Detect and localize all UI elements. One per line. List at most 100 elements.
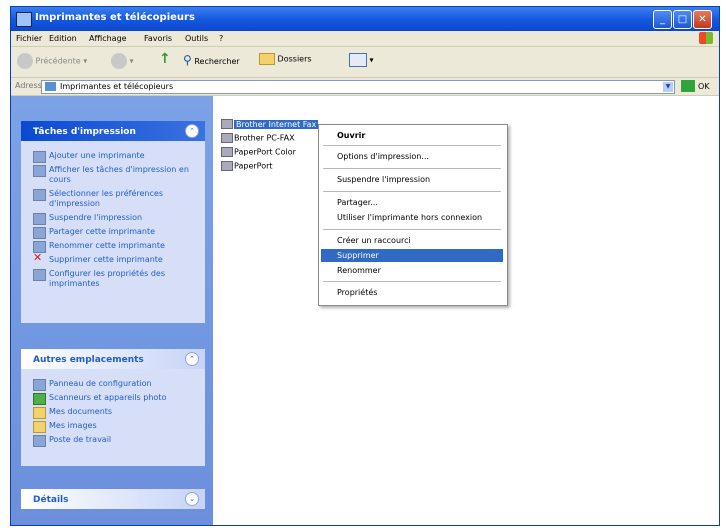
other-places-title: Autres emplacements [33,355,144,365]
ctx-rename[interactable]: Renommer [321,264,503,277]
printer-folder-icon [45,82,56,91]
ctx-properties[interactable]: Propriétés [321,286,503,299]
ctx-pause[interactable]: Suspendre l'impression [321,173,503,186]
task-properties[interactable]: Configurer les propriétés des imprimante… [21,267,205,291]
menu-help[interactable]: ? [219,34,223,43]
scanner-camera-icon [33,393,46,405]
task-rename[interactable]: Renommer cette imprimante [21,239,205,253]
task-add-printer[interactable]: Ajouter une imprimante [21,149,205,163]
maximize-button[interactable]: □ [673,10,692,29]
menu-separator [323,168,501,169]
go-arrow-icon[interactable] [681,80,695,92]
folders-icon [259,53,275,65]
address-value: Imprimantes et télécopieurs [60,82,174,91]
go-button[interactable]: OK [698,82,710,91]
print-tasks-header[interactable]: Tâches d'impression ⌃ [21,121,205,141]
ctx-create-shortcut[interactable]: Créer un raccourci [321,234,503,247]
control-panel-icon [33,379,46,391]
views-icon [349,53,367,67]
place-scanners[interactable]: Scanneurs et appareils photo [21,391,205,405]
menu-favorites[interactable]: Favoris [144,34,172,43]
forward-dropdown-icon: ▾ [129,56,134,66]
back-arrow-icon [17,53,33,69]
delete-x-icon: ✕ [33,251,43,264]
collapse-icon[interactable]: ⌃ [185,352,199,366]
ctx-print-options[interactable]: Options d'impression... [321,150,503,163]
printer-item[interactable]: PaperPort Color [221,147,296,158]
task-share[interactable]: Partager cette imprimante [21,225,205,239]
pause-printer-icon [33,213,46,225]
print-queue-icon [33,165,46,177]
expand-icon[interactable]: ⌄ [185,492,199,506]
forward-arrow-icon [111,53,127,69]
views-dropdown-icon: ▾ [369,55,374,65]
fax-icon [221,133,233,143]
place-my-documents[interactable]: Mes documents [21,405,205,419]
search-label: Rechercher [194,57,240,66]
menu-separator [323,191,501,192]
other-places-panel: Autres emplacements ⌃ Panneau de configu… [21,349,205,466]
address-field[interactable]: Imprimantes et télécopieurs ▼ [41,80,675,94]
fax-icon [221,119,233,129]
printer-icon [221,161,233,171]
back-button[interactable]: Précédente ▾ [17,53,87,71]
context-menu: Ouvrir Options d'impression... Suspendre… [318,124,508,306]
place-my-computer[interactable]: Poste de travail [21,433,205,447]
ctx-delete[interactable]: Supprimer [321,249,503,262]
forward-button[interactable]: ▾ [111,53,134,71]
views-button[interactable]: ▾ [349,53,374,71]
menu-separator [323,281,501,282]
share-printer-icon [33,227,46,239]
search-button[interactable]: ⚲ Rechercher [183,53,240,71]
back-label: Précédente [35,56,81,66]
ctx-share[interactable]: Partager... [321,196,503,209]
print-tasks-title: Tâches d'impression [33,127,136,137]
folders-label: Dossiers [277,54,312,64]
printer-folder-icon [16,12,32,27]
details-panel: Détails ⌄ [21,489,205,509]
window-title: Imprimantes et télécopieurs [35,12,195,23]
task-pause[interactable]: Suspendre l'impression [21,211,205,225]
ctx-use-offline[interactable]: Utiliser l'imprimante hors connexion [321,211,503,224]
windows-logo-icon [699,32,713,44]
other-places-header[interactable]: Autres emplacements ⌃ [21,349,205,369]
close-button[interactable]: ✕ [693,10,712,29]
pictures-folder-icon [33,421,46,433]
menu-tools[interactable]: Outils [185,34,208,43]
address-bar: Adresse Imprimantes et télécopieurs ▼ OK [11,78,719,96]
properties-icon [33,269,46,281]
add-printer-icon [33,151,46,163]
documents-folder-icon [33,407,46,419]
menu-separator [323,229,501,230]
printer-icon [221,147,233,157]
menu-edit[interactable]: Edition [49,34,77,43]
menu-view[interactable]: Affichage [89,34,127,43]
ctx-open[interactable]: Ouvrir [321,129,503,142]
computer-icon [33,435,46,447]
print-tasks-panel: Tâches d'impression ⌃ Ajouter une imprim… [21,121,205,323]
toolbar: Précédente ▾ ▾ ↑ ⚲ Rechercher Dossiers ▾ [11,47,719,78]
menu-bar: Fichier Edition Affichage Favoris Outils… [11,31,719,47]
place-my-pictures[interactable]: Mes images [21,419,205,433]
task-view-jobs[interactable]: Afficher les tâches d'impression en cour… [21,163,205,187]
up-folder-icon[interactable]: ↑ [159,51,171,69]
task-preferences[interactable]: Sélectionner les préférences d'impressio… [21,187,205,211]
menu-file[interactable]: Fichier [16,34,42,43]
minimize-button[interactable]: _ [653,10,672,29]
preferences-icon [33,189,46,201]
address-dropdown-icon[interactable]: ▼ [663,82,673,92]
folders-button[interactable]: Dossiers [259,53,312,71]
printer-item[interactable]: PaperPort [221,161,273,172]
details-title: Détails [33,495,69,505]
collapse-icon[interactable]: ⌃ [185,124,199,138]
menu-separator [323,145,501,146]
printer-item[interactable]: Brother PC-FAX [221,133,295,144]
back-dropdown-icon: ▾ [83,56,88,66]
details-header[interactable]: Détails ⌄ [21,489,205,509]
place-control-panel[interactable]: Panneau de configuration [21,377,205,391]
title-bar: Imprimantes et télécopieurs _ □ ✕ [11,7,719,31]
printer-item[interactable]: Brother Internet Fax [221,119,319,130]
task-delete[interactable]: ✕ Supprimer cette imprimante [21,251,205,267]
task-pane: Tâches d'impression ⌃ Ajouter une imprim… [11,96,213,525]
search-icon: ⚲ [183,53,192,67]
